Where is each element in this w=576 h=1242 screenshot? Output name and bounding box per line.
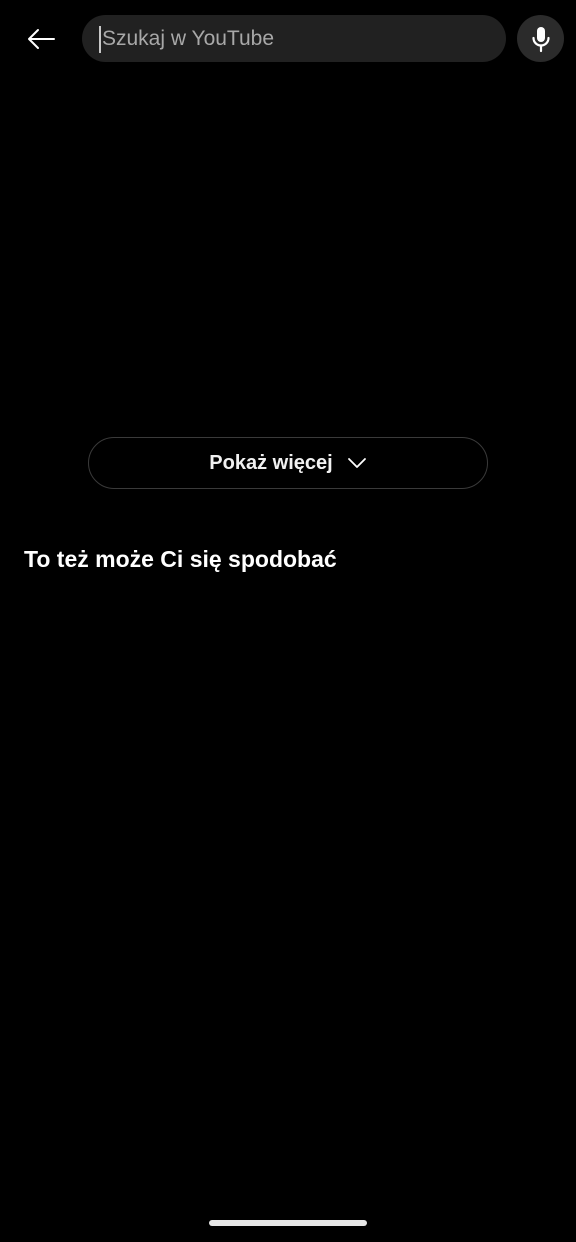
show-more-button[interactable]: Pokaż więcej bbox=[88, 437, 488, 489]
text-cursor bbox=[99, 26, 101, 53]
arrow-left-icon bbox=[28, 29, 55, 49]
home-indicator[interactable] bbox=[209, 1220, 367, 1226]
microphone-icon bbox=[531, 26, 550, 52]
voice-search-button[interactable] bbox=[517, 15, 564, 62]
search-field[interactable] bbox=[82, 15, 506, 62]
search-input[interactable] bbox=[100, 25, 488, 52]
chevron-down-icon bbox=[347, 458, 366, 468]
section-heading: To też może Ci się spodobać bbox=[24, 546, 337, 572]
back-button[interactable] bbox=[18, 16, 64, 62]
search-toolbar bbox=[0, 0, 576, 78]
show-more-label: Pokaż więcej bbox=[209, 451, 333, 474]
